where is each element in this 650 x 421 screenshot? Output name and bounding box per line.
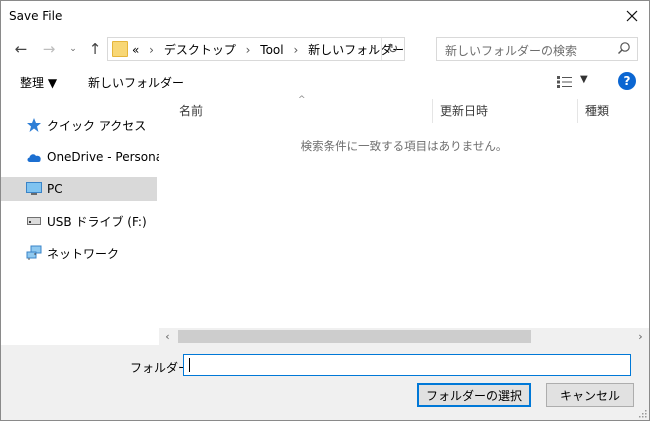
column-divider[interactable] bbox=[577, 99, 578, 123]
empty-message: 検索条件に一致する項目はありません。 bbox=[300, 139, 508, 153]
recent-locations-button[interactable]: ⌄ bbox=[63, 38, 83, 60]
folder-icon bbox=[112, 41, 128, 57]
breadcrumb-item[interactable]: デスクトップ bbox=[164, 43, 236, 57]
nav-item-pc[interactable]: PC bbox=[1, 177, 157, 201]
column-header-label: 種類 bbox=[585, 103, 610, 118]
nav-item-label: OneDrive - Personal bbox=[47, 150, 167, 164]
text-caret bbox=[189, 358, 190, 372]
arrow-left-icon: ← bbox=[14, 40, 28, 58]
sort-ascending-icon: ^ bbox=[298, 95, 306, 105]
view-options-icon[interactable] bbox=[557, 76, 573, 88]
back-button[interactable]: ← bbox=[11, 38, 31, 60]
search-icon bbox=[618, 42, 630, 54]
arrow-up-icon: ↑ bbox=[88, 40, 102, 58]
chevron-right-icon: › bbox=[149, 43, 154, 57]
forward-button[interactable]: → bbox=[39, 38, 59, 60]
breadcrumb-overflow[interactable]: « bbox=[132, 43, 139, 57]
up-button[interactable]: ↑ bbox=[85, 38, 105, 60]
refresh-icon: ↻ bbox=[387, 41, 399, 57]
address-bar[interactable]: « › デスクトップ › Tool › 新しいフォルダー ⌄ ↻ bbox=[107, 37, 405, 61]
close-button[interactable] bbox=[615, 1, 649, 31]
nav-item-quick-access[interactable]: クイック アクセス bbox=[1, 113, 157, 137]
scroll-right-button[interactable]: › bbox=[632, 328, 649, 345]
chevron-right-icon: › bbox=[638, 330, 643, 343]
horizontal-scrollbar[interactable]: ‹ › bbox=[159, 328, 649, 345]
column-divider[interactable] bbox=[432, 99, 433, 123]
nav-item-label: ネットワーク bbox=[47, 246, 120, 261]
star-icon bbox=[26, 117, 42, 133]
help-button[interactable]: ? bbox=[618, 72, 636, 90]
select-folder-button[interactable]: フォルダーの選択 bbox=[417, 383, 531, 407]
chevron-right-icon: › bbox=[245, 43, 251, 57]
column-header-name[interactable]: 名前 bbox=[179, 97, 203, 123]
refresh-button[interactable]: ↻ bbox=[381, 38, 404, 60]
select-folder-label: フォルダーの選択 bbox=[425, 388, 522, 403]
address-dropdown-icon[interactable]: ⌄ bbox=[370, 41, 378, 52]
search-placeholder: 新しいフォルダーの検索 bbox=[445, 44, 578, 58]
close-icon bbox=[626, 10, 638, 22]
file-list: ^ 名前 更新日時 種類 検索条件に一致する項目はありません。 ‹ › bbox=[159, 95, 649, 345]
command-bar: 整理 ▼ 新しいフォルダー ▼ ? bbox=[1, 67, 649, 97]
organize-button[interactable]: 整理 ▼ bbox=[20, 74, 57, 91]
breadcrumb: « › デスクトップ › Tool › 新しいフォルダー bbox=[132, 41, 404, 58]
column-header-label: 名前 bbox=[179, 103, 204, 118]
breadcrumb-item[interactable]: Tool bbox=[260, 43, 283, 57]
new-folder-button[interactable]: 新しいフォルダー bbox=[88, 74, 184, 91]
search-input[interactable]: 新しいフォルダーの検索 bbox=[436, 37, 638, 61]
pc-icon bbox=[26, 181, 42, 197]
window-title: Save File bbox=[9, 9, 63, 23]
chevron-left-icon: ‹ bbox=[165, 330, 170, 343]
resize-grip-icon[interactable] bbox=[637, 408, 647, 418]
column-header-type[interactable]: 種類 bbox=[585, 97, 609, 123]
nav-item-usb-drive[interactable]: USB ドライブ (F:) bbox=[1, 209, 157, 233]
save-file-dialog: Save File ← → ⌄ ↑ « › デスクトップ › Tool › 新し… bbox=[0, 0, 650, 421]
nav-item-label: USB ドライブ (F:) bbox=[47, 214, 147, 229]
usb-drive-icon bbox=[26, 213, 42, 229]
title-bar: Save File bbox=[1, 1, 649, 31]
nav-item-network[interactable]: ネットワーク bbox=[1, 241, 157, 265]
view-dropdown-icon[interactable]: ▼ bbox=[580, 74, 588, 85]
chevron-right-icon: › bbox=[293, 43, 299, 57]
column-header-label: 更新日時 bbox=[440, 103, 489, 118]
footer-panel: フォルダー: フォルダーの選択 キャンセル bbox=[1, 345, 649, 420]
nav-item-label: クイック アクセス bbox=[47, 118, 147, 133]
cancel-button[interactable]: キャンセル bbox=[546, 383, 634, 407]
folder-name-field[interactable] bbox=[183, 354, 631, 376]
nav-item-onedrive[interactable]: OneDrive - Personal bbox=[1, 145, 166, 169]
chevron-down-icon: ⌄ bbox=[69, 44, 77, 54]
scrollbar-thumb[interactable] bbox=[178, 330, 531, 343]
cloud-icon bbox=[26, 149, 42, 165]
column-header-modified[interactable]: 更新日時 bbox=[440, 97, 488, 123]
cancel-label: キャンセル bbox=[559, 388, 620, 403]
help-icon: ? bbox=[623, 74, 631, 88]
navigation-pane: クイック アクセス OneDrive - Personal PC USB ドライ… bbox=[1, 97, 166, 345]
nav-item-label: PC bbox=[47, 182, 63, 196]
network-icon bbox=[26, 245, 42, 261]
arrow-right-icon: → bbox=[42, 40, 56, 58]
scroll-left-button[interactable]: ‹ bbox=[159, 328, 176, 345]
